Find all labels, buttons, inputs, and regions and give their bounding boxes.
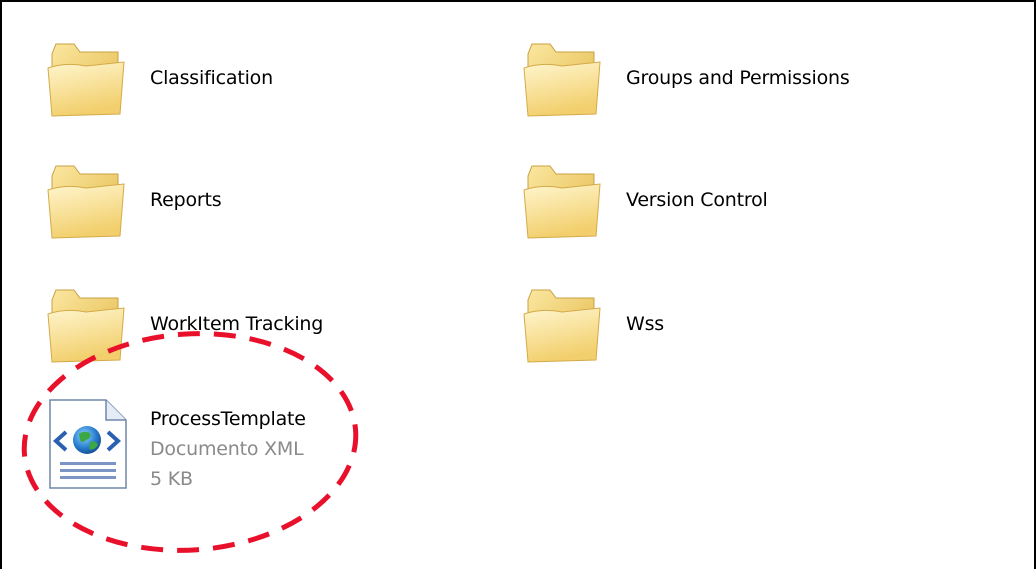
folder-label: WorkItem Tracking: [150, 313, 324, 335]
file-name: ProcessTemplate: [150, 408, 306, 430]
folder-label: Reports: [150, 189, 222, 211]
file-process-template[interactable]: ProcessTemplate Documento XML 5 KB: [46, 398, 336, 494]
folder-groups-and-permissions[interactable]: Groups and Permissions: [522, 40, 882, 120]
folder-icon: [523, 289, 601, 363]
folder-version-control[interactable]: Version Control: [522, 162, 882, 242]
folder-classification[interactable]: Classification: [46, 40, 306, 120]
folder-label: Groups and Permissions: [626, 67, 850, 89]
file-type: Documento XML: [150, 438, 304, 460]
folder-icon: [47, 43, 125, 117]
file-size: 5 KB: [150, 468, 193, 490]
folder-label: Classification: [150, 67, 273, 89]
folder-icon: [523, 165, 601, 239]
xml-document-icon: [49, 399, 127, 489]
folder-workitem-tracking[interactable]: WorkItem Tracking: [46, 286, 346, 366]
folder-icon: [47, 165, 125, 239]
folder-icon: [47, 289, 125, 363]
folder-icon: [523, 43, 601, 117]
folder-label: Wss: [626, 313, 664, 335]
folder-reports[interactable]: Reports: [46, 162, 306, 242]
folder-wss[interactable]: Wss: [522, 286, 722, 366]
folder-label: Version Control: [626, 189, 768, 211]
